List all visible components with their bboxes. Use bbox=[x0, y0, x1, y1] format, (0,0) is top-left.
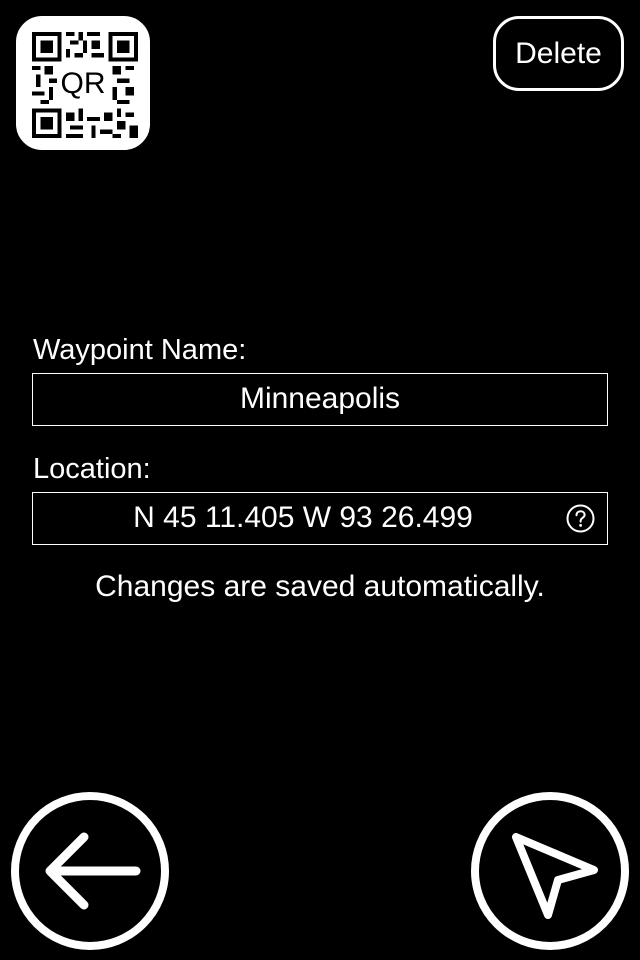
autosave-hint: Changes are saved automatically. bbox=[95, 570, 545, 603]
qr-label-text: QR bbox=[56, 67, 110, 100]
delete-button[interactable]: Delete bbox=[493, 16, 624, 91]
location-label: Location: bbox=[33, 453, 151, 485]
navigation-arrow-icon bbox=[471, 792, 629, 950]
waypoint-name-label: Waypoint Name: bbox=[33, 334, 247, 366]
qr-code-button[interactable]: QR bbox=[16, 16, 150, 150]
waypoint-name-field[interactable]: Minneapolis bbox=[32, 373, 608, 426]
question-circle-icon[interactable] bbox=[566, 504, 595, 533]
location-value: N 45 11.405 W 93 26.499 bbox=[133, 501, 473, 534]
location-field[interactable]: N 45 11.405 W 93 26.499 bbox=[32, 492, 608, 545]
qr-button-label: QR bbox=[18, 66, 148, 102]
back-button[interactable] bbox=[10, 791, 170, 951]
arrow-left-icon bbox=[11, 792, 169, 950]
navigate-button[interactable] bbox=[470, 791, 630, 951]
